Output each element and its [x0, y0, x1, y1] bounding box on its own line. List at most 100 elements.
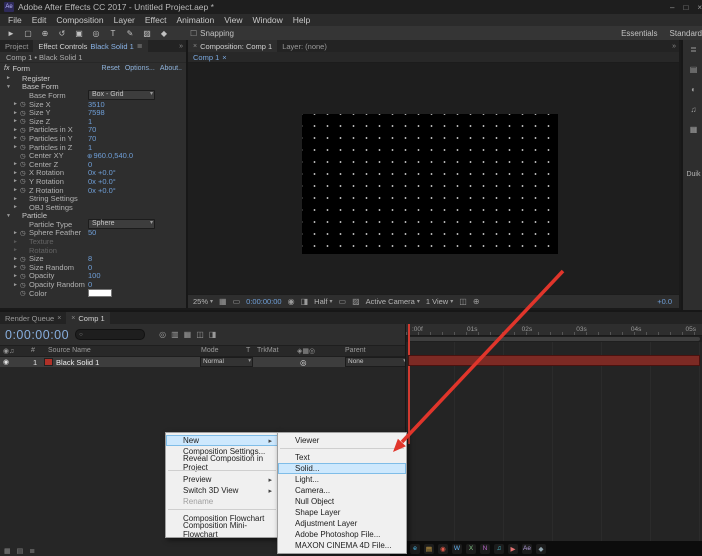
close-viewer-tab-icon[interactable]: ×	[222, 53, 226, 62]
property-value[interactable]: Sphere	[88, 219, 155, 229]
twirl-icon[interactable]: ►	[6, 75, 13, 81]
context-menu-item[interactable]: Composition Mini-Flowchart	[166, 524, 278, 535]
exposure-value[interactable]: +0.0	[657, 297, 674, 306]
menubar-item[interactable]: Help	[288, 15, 315, 25]
snapshot-icon[interactable]: ◉	[288, 297, 295, 306]
stopwatch-icon[interactable]: ◷	[20, 160, 29, 168]
column-trkmat[interactable]: TrkMat	[257, 347, 279, 354]
panel-menu-icon[interactable]: ≣	[137, 42, 143, 50]
twirl-icon[interactable]: ►	[13, 118, 20, 124]
options-link[interactable]: Options...	[125, 65, 155, 72]
dock-panel-icon[interactable]: ◐	[691, 85, 696, 94]
submenu-item[interactable]: Adjustment Layer	[278, 518, 406, 529]
tool-icon[interactable]: T	[108, 29, 118, 38]
twirl-icon[interactable]: ►	[13, 247, 20, 253]
stopwatch-icon[interactable]: ◷	[20, 177, 29, 185]
effect-property-row[interactable]: ◷ Color	[0, 289, 186, 298]
stopwatch-icon[interactable]: ◷	[20, 272, 29, 280]
tool-icon[interactable]: ►	[6, 29, 16, 38]
submenu-item[interactable]: Viewer	[278, 435, 406, 446]
effect-property-row[interactable]: ► Texture	[0, 237, 186, 246]
resolution-dropdown[interactable]: Half ▾	[314, 297, 332, 306]
fx-badge-icon[interactable]: fx	[4, 65, 9, 72]
mask-visibility-icon[interactable]: ▭	[233, 297, 241, 306]
effect-property-row[interactable]: ► ◷ Sphere Feather 50	[0, 229, 186, 238]
more-tabs-icon[interactable]: »	[672, 40, 679, 52]
submenu-item[interactable]	[280, 448, 404, 449]
effect-property-row[interactable]: ► Rotation	[0, 246, 186, 255]
dock-panel-icon[interactable]: ▦	[690, 125, 698, 134]
effect-property-row[interactable]: Base Form Box - Grid	[0, 91, 186, 100]
twirl-icon[interactable]: ►	[13, 204, 20, 210]
submenu-item[interactable]: Camera...	[278, 485, 406, 496]
twirl-icon[interactable]: ►	[13, 170, 20, 176]
layer-duration-bar[interactable]	[408, 355, 700, 366]
taskbar-app-icon[interactable]: ◆	[536, 544, 546, 554]
maximize-button[interactable]: □	[683, 3, 688, 12]
layer-name[interactable]: Black Solid 1	[56, 358, 99, 367]
workspace-tab[interactable]: Essentials	[621, 29, 657, 38]
stopwatch-icon[interactable]: ◷	[20, 152, 29, 160]
twirl-icon[interactable]: ►	[13, 101, 20, 107]
stopwatch-icon[interactable]: ◷	[20, 186, 29, 194]
about-link[interactable]: About..	[160, 65, 182, 72]
stopwatch-icon[interactable]: ◷	[20, 281, 29, 289]
taskbar-app-icon[interactable]: ♫	[494, 544, 504, 554]
menubar-item[interactable]: Layer	[109, 15, 140, 25]
timeline-search-input[interactable]: ○	[75, 329, 145, 340]
dock-panel-icon[interactable]: ▤	[690, 65, 698, 74]
timeline-track-area[interactable]: :00f01s02s03s04s05s	[405, 324, 702, 556]
camera-dropdown[interactable]: Active Camera ▾	[366, 297, 420, 306]
twirl-icon[interactable]: ►	[13, 178, 20, 184]
snapping-toggle[interactable]: ☐ Snapping	[190, 29, 234, 38]
stopwatch-icon[interactable]: ◷	[20, 289, 29, 297]
taskbar-app-icon[interactable]: W	[452, 544, 462, 554]
twirl-icon[interactable]: ►	[13, 161, 20, 167]
context-menu-item[interactable]: New ▸	[166, 435, 278, 446]
grid-guides-icon[interactable]: ▦	[219, 297, 227, 306]
reset-link[interactable]: Reset	[102, 65, 120, 72]
layer-row[interactable]: ◉ 1 Black Solid 1 Normal ◎ None	[0, 357, 405, 367]
blend-mode-dropdown[interactable]: Normal	[200, 357, 253, 367]
menubar-item[interactable]: Composition	[51, 15, 108, 25]
context-menu-item[interactable]: Reveal Composition in Project	[166, 457, 278, 468]
context-menu-item[interactable]: Switch 3D View ▸	[166, 485, 278, 496]
layer-color-chip[interactable]	[44, 358, 53, 366]
tool-icon[interactable]: ◎	[91, 29, 101, 38]
current-time-display[interactable]: 0:00:00:00	[5, 328, 69, 342]
time-ruler[interactable]: :00f01s02s03s04s05s	[406, 324, 702, 336]
effect-property-row[interactable]: ► ◷ Size X 3510	[0, 100, 186, 109]
menubar-item[interactable]: Edit	[27, 15, 52, 25]
roi-icon[interactable]: ▭	[339, 297, 347, 306]
column-mode[interactable]: Mode	[201, 347, 219, 354]
context-menu-item[interactable]	[168, 509, 276, 510]
property-value[interactable]: 960.0,540.0	[93, 151, 133, 160]
taskbar-app-icon[interactable]: ▶	[508, 544, 518, 554]
twirl-icon[interactable]: ►	[13, 196, 20, 202]
effect-property-row[interactable]: Particle Type Sphere	[0, 220, 186, 229]
effect-property-row[interactable]: ► ◷ Size Z 1	[0, 117, 186, 126]
more-tabs-icon[interactable]: »	[179, 40, 186, 52]
effect-property-row[interactable]: ► ◷ Particles in Y 70	[0, 134, 186, 143]
timeline-toolbar-icon[interactable]: ▦	[184, 330, 192, 339]
close-tab-icon[interactable]: ×	[57, 315, 61, 322]
effect-property-row[interactable]: ► String Settings	[0, 194, 186, 203]
effect-property-row[interactable]: ► ◷ Particles in X 70	[0, 126, 186, 135]
timeline-toggle-icon[interactable]: ≣	[29, 547, 35, 555]
submenu-item[interactable]: Null Object	[278, 496, 406, 507]
timeline-toolbar-icon[interactable]: ▥	[171, 330, 179, 339]
property-value[interactable]: Box - Grid	[88, 90, 155, 100]
snapping-checkbox-icon[interactable]: ☐	[190, 29, 197, 38]
twirl-icon[interactable]: ►	[13, 256, 20, 262]
stopwatch-icon[interactable]: ◷	[20, 117, 29, 125]
menubar-item[interactable]: Window	[248, 15, 288, 25]
stopwatch-icon[interactable]: ◷	[20, 100, 29, 108]
parent-dropdown[interactable]: None	[345, 357, 408, 367]
workspace-tab[interactable]: Standard	[670, 29, 702, 38]
composition-viewport[interactable]	[302, 114, 558, 254]
twirl-icon[interactable]: ▼	[6, 84, 13, 90]
effect-property-row[interactable]: ► ◷ Z Rotation 0x +0.0°	[0, 186, 186, 195]
minimize-button[interactable]: –	[670, 3, 674, 12]
property-value[interactable]	[88, 289, 112, 297]
tab-effect-controls[interactable]: Effect Controls Black Solid 1 ≣	[33, 40, 147, 52]
